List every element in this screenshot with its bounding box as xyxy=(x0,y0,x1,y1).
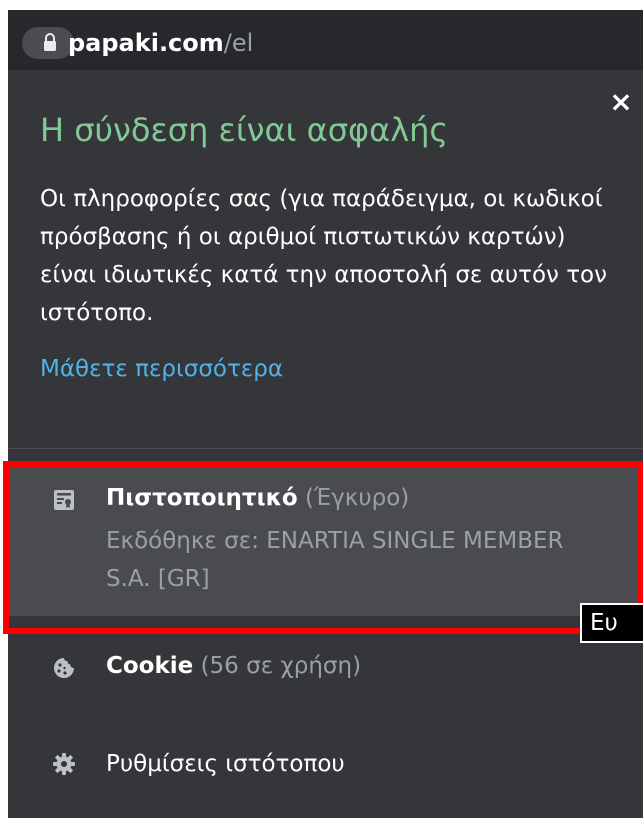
certificate-row[interactable]: Πιστοποιητικό (Έγκυρο) Εκδόθηκε σε: ENAR… xyxy=(8,464,643,616)
lock-icon xyxy=(44,33,56,51)
site-settings-row[interactable]: Ρυθμίσεις ιστότοπου xyxy=(8,730,643,802)
site-settings-label: Ρυθμίσεις ιστότοπου xyxy=(106,751,345,777)
gear-icon xyxy=(53,753,75,775)
cookies-text: Cookie (56 σε χρήση) xyxy=(106,647,361,685)
tooltip: Ευ xyxy=(580,603,643,643)
connection-description: Οι πληροφορίες σας (για παράδειγμα, οι κ… xyxy=(40,186,607,326)
cookies-row[interactable]: Cookie (56 σε χρήση) xyxy=(8,630,643,702)
page-background xyxy=(0,0,8,818)
cookie-icon xyxy=(54,658,74,678)
connection-secure-title: Η σύνδεση είναι ασφαλής xyxy=(40,111,449,149)
address-bar[interactable]: papaki.com/el xyxy=(8,10,643,70)
certificate-title: Πιστοποιητικό (Έγκυρο) xyxy=(106,479,409,517)
certificate-status: (Έγκυρο) xyxy=(305,485,410,511)
certificate-issuer: Εκδόθηκε σε: ENARTIA SINGLE MEMBER S.A. … xyxy=(106,528,564,592)
certificate-icon xyxy=(54,490,74,510)
cookies-label: Cookie xyxy=(106,653,194,679)
close-button[interactable]: × xyxy=(607,88,635,116)
learn-more-link[interactable]: Μάθετε περισσότερα xyxy=(40,350,283,388)
url-text[interactable]: papaki.com/el xyxy=(68,27,253,59)
cookies-count: (56 σε χρήση) xyxy=(200,653,362,679)
url-host: papaki.com xyxy=(68,29,224,57)
divider xyxy=(8,448,643,449)
site-info-popup: × Η σύνδεση είναι ασφαλής Οι πληροφορίες… xyxy=(8,70,643,818)
certificate-label: Πιστοποιητικό xyxy=(106,485,298,511)
site-info-button[interactable] xyxy=(22,27,74,59)
url-path: /el xyxy=(223,29,254,57)
